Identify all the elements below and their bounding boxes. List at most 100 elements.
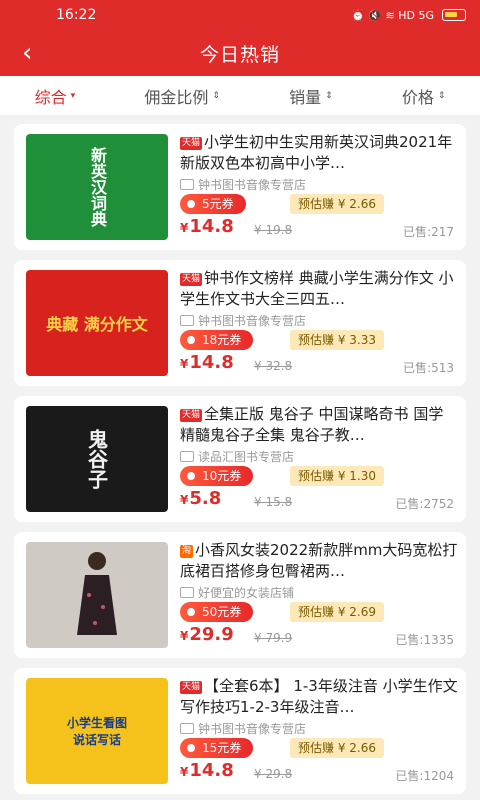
coupon-badge[interactable]: 18元券 — [180, 330, 254, 350]
product-image: 新英汉词典 — [26, 134, 168, 240]
shop-name[interactable]: 读品汇图书专营店 — [180, 448, 294, 465]
shop-name[interactable]: 钟书图书音像专营店 — [180, 176, 306, 193]
sort-arrow-icon: ⇕ — [212, 90, 220, 101]
estimated-earning: 预估赚 ¥ 2.66 — [290, 738, 384, 758]
tmall-badge: 天猫 — [180, 273, 203, 286]
sort-commission[interactable]: 佣金比例 ⇕ — [144, 84, 220, 108]
product-card[interactable]: 小学生看图说话写话 天猫 【全套6本】 1-3年级注音 小学生作文写作技巧1-2-… — [14, 668, 466, 794]
cover-text: 新英汉词典 — [88, 147, 107, 227]
sold-count: 已售:217 — [403, 225, 454, 239]
shop-name-text: 好便宜的女装店铺 — [198, 586, 295, 600]
sold-count: 已售:513 — [403, 361, 454, 375]
product-card[interactable]: 淘小香风女装2022新款胖mm大码宽松打底裙百搭修身包臀裙两… 好便宜的女装店铺… — [14, 532, 466, 658]
product-price: ¥14.8 — [180, 352, 234, 373]
header: ‹ 今日热销 — [0, 30, 480, 76]
coupon-badge[interactable]: 15元券 — [180, 738, 254, 758]
estimated-earning: 预估赚 ¥ 2.69 — [290, 602, 384, 622]
shop-name-text: 钟书图书音像专营店 — [198, 314, 307, 328]
shop-name-text: 钟书图书音像专营店 — [198, 178, 307, 192]
price-value: 14.8 — [189, 760, 234, 781]
cover-text: 典藏 满分作文 — [46, 315, 148, 334]
sort-arrow-icon: ⇕ — [437, 90, 446, 101]
shop-name-text: 读品汇图书专营店 — [198, 450, 295, 464]
product-price: ¥29.9 — [180, 624, 234, 645]
product-card[interactable]: 鬼谷子 天猫 全集正版 鬼谷子 中国谋略奇书 国学精髓鬼谷子全集 鬼谷子教… 读品… — [14, 396, 466, 522]
original-price: ¥ 29.8 — [254, 767, 293, 781]
currency-symbol: ¥ — [180, 493, 189, 507]
product-image: 典藏 满分作文 — [26, 270, 168, 376]
coupon-badge[interactable]: 5元券 — [180, 194, 246, 214]
sort-price[interactable]: 价格 ⇕ — [402, 84, 446, 108]
cover-text: 鬼谷子 — [84, 429, 109, 489]
price-value: 5.8 — [189, 488, 222, 509]
sold-count: 已售:1204 — [395, 769, 454, 783]
product-title-text: 【全套6本】 1-3年级注音 小学生作文写作技巧1-2-3年级注音… — [180, 677, 458, 716]
price-value: 14.8 — [189, 216, 234, 237]
product-price: ¥14.8 — [180, 760, 234, 781]
product-title-text: 小香风女装2022新款胖mm大码宽松打底裙百搭修身包臀裙两… — [180, 541, 458, 580]
product-card[interactable]: 典藏 满分作文 天猫 钟书作文榜样 典藏小学生满分作文 小学生作文书大全三四五… … — [14, 260, 466, 386]
product-card[interactable]: 新英汉词典 天猫 小学生初中生实用新英汉词典2021年新版双色本初高中小学… 钟书… — [14, 124, 466, 250]
original-price: ¥ 32.8 — [254, 359, 293, 373]
shop-icon — [180, 587, 194, 598]
sort-commission-label: 佣金比例 — [144, 87, 209, 107]
currency-symbol: ¥ — [180, 221, 189, 235]
tmall-badge: 天猫 — [180, 681, 203, 694]
product-image — [26, 542, 168, 648]
product-title-text: 小学生初中生实用新英汉词典2021年新版双色本初高中小学… — [180, 133, 453, 172]
sold-count: 已售:1335 — [395, 633, 454, 647]
shop-name[interactable]: 钟书图书音像专营店 — [180, 720, 306, 737]
sort-sales-label: 销量 — [289, 87, 322, 107]
original-price: ¥ 19.8 — [254, 223, 293, 237]
sort-composite-label: 综合 — [34, 87, 67, 107]
status-icons: ⏰ 🔇 ≋ HD 5G — [351, 9, 466, 22]
currency-symbol: ¥ — [180, 357, 189, 371]
price-value: 29.9 — [189, 624, 234, 645]
estimated-earning: 预估赚 ¥ 3.33 — [290, 330, 384, 350]
back-button[interactable]: ‹ — [22, 38, 32, 68]
product-title: 天猫 【全套6本】 1-3年级注音 小学生作文写作技巧1-2-3年级注音… — [180, 676, 458, 718]
product-title-text: 钟书作文榜样 典藏小学生满分作文 小学生作文书大全三四五… — [180, 269, 454, 308]
cover-text: 小学生看图说话写话 — [66, 716, 127, 747]
coupon-badge[interactable]: 50元券 — [180, 602, 254, 622]
product-title: 天猫 钟书作文榜样 典藏小学生满分作文 小学生作文书大全三四五… — [180, 268, 458, 310]
model-figure-icon — [77, 552, 117, 635]
product-title: 淘小香风女装2022新款胖mm大码宽松打底裙百搭修身包臀裙两… — [180, 540, 458, 582]
sort-bar: 综合 ▾ 佣金比例 ⇕ 销量 ⇕ 价格 ⇕ — [0, 76, 480, 116]
tmall-badge: 天猫 — [180, 137, 203, 150]
product-image: 小学生看图说话写话 — [26, 678, 168, 784]
sort-sales[interactable]: 销量 ⇕ — [289, 84, 333, 108]
page-title: 今日热销 — [199, 43, 280, 66]
product-title: 天猫 全集正版 鬼谷子 中国谋略奇书 国学精髓鬼谷子全集 鬼谷子教… — [180, 404, 458, 446]
shop-name[interactable]: 钟书图书音像专营店 — [180, 312, 306, 329]
shop-name[interactable]: 好便宜的女装店铺 — [180, 584, 294, 601]
battery-icon — [442, 9, 466, 21]
status-icons-text: ⏰ 🔇 ≋ HD 5G — [351, 8, 434, 22]
estimated-earning: 预估赚 ¥ 2.66 — [290, 194, 384, 214]
status-bar: 16:22 ⏰ 🔇 ≋ HD 5G — [0, 0, 480, 30]
status-time: 16:22 — [56, 7, 97, 23]
original-price: ¥ 79.9 — [254, 631, 293, 645]
product-price: ¥5.8 — [180, 488, 221, 509]
sort-arrow-icon: ▾ — [70, 90, 76, 101]
coupon-badge[interactable]: 10元券 — [180, 466, 254, 486]
currency-symbol: ¥ — [180, 765, 189, 779]
shop-icon — [180, 179, 194, 190]
original-price: ¥ 15.8 — [254, 495, 293, 509]
sort-arrow-icon: ⇕ — [325, 90, 333, 101]
sort-composite[interactable]: 综合 ▾ — [35, 84, 76, 108]
price-value: 14.8 — [189, 352, 234, 373]
shop-icon — [180, 723, 194, 734]
product-image: 鬼谷子 — [26, 406, 168, 512]
estimated-earning: 预估赚 ¥ 1.30 — [290, 466, 384, 486]
taobao-badge: 淘 — [180, 545, 194, 558]
product-price: ¥14.8 — [180, 216, 234, 237]
sort-price-label: 价格 — [401, 87, 434, 107]
shop-name-text: 钟书图书音像专营店 — [198, 722, 307, 736]
shop-icon — [180, 315, 194, 326]
sold-count: 已售:2752 — [395, 497, 454, 511]
shop-icon — [180, 451, 194, 462]
currency-symbol: ¥ — [180, 629, 189, 643]
product-title: 天猫 小学生初中生实用新英汉词典2021年新版双色本初高中小学… — [180, 132, 458, 174]
tmall-badge: 天猫 — [180, 409, 203, 422]
